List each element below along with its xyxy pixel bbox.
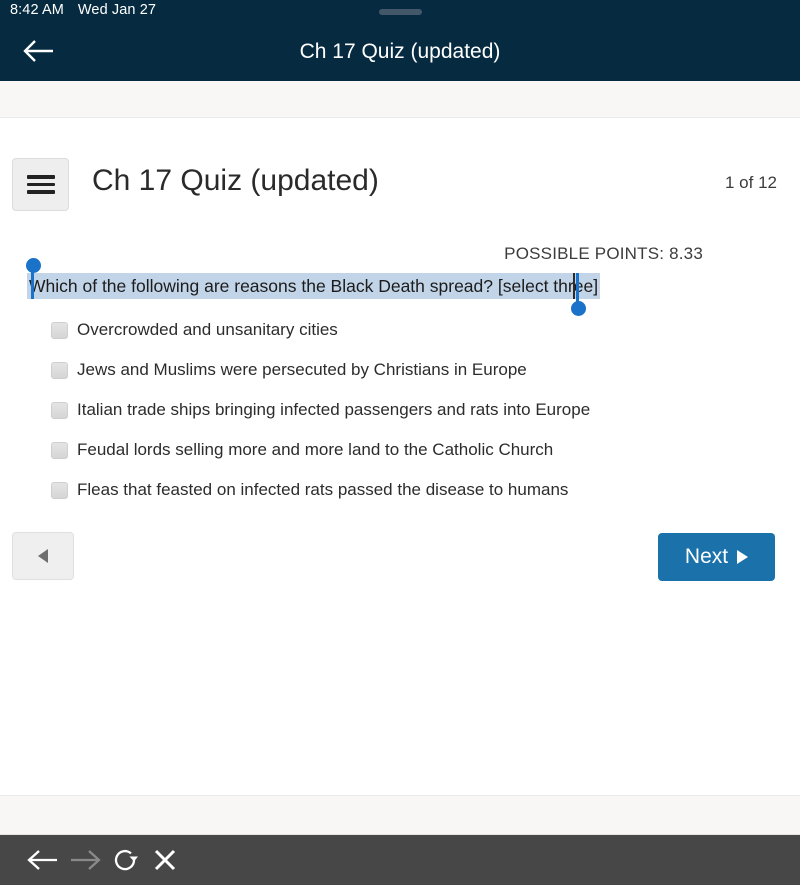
footer-strip [0,795,800,835]
checkbox-icon[interactable] [51,401,68,419]
checkbox-icon[interactable] [51,321,68,339]
possible-points-label: POSSIBLE POINTS: 8.33 [504,244,703,263]
triangle-right-icon [737,550,749,564]
arrow-left-icon [27,850,57,870]
status-bar-left: 8:42 AM Wed Jan 27 [10,2,156,18]
arrow-left-icon [23,40,53,62]
answer-choice[interactable]: Overcrowded and unsanitary cities [0,310,800,350]
quiz-pager: 1 of 12 [725,173,777,192]
question-container[interactable]: Which of the following are reasons the B… [26,258,601,316]
answer-choice-label: Jews and Muslims were persecuted by Chri… [77,360,527,379]
nav-bar: Ch 17 Quiz (updated) [0,22,800,81]
quiz-title: Ch 17 Quiz (updated) [92,164,379,197]
status-date: Wed Jan 27 [77,2,157,18]
checkbox-icon[interactable] [51,441,68,459]
question-text[interactable]: Which of the following are reasons the B… [27,273,601,299]
answer-choice[interactable]: Fleas that feasted on infected rats pass… [0,470,800,510]
answer-choice-list: Overcrowded and unsanitary cities Jews a… [0,310,800,510]
toolbar-back-button[interactable] [20,835,66,885]
answer-choice[interactable]: Italian trade ships bringing infected pa… [0,390,800,430]
status-time: 8:42 AM [10,2,64,18]
answer-choice-label: Feudal lords selling more and more land … [77,440,554,459]
answer-choice-label: Overcrowded and unsanitary cities [77,320,338,339]
answer-choice[interactable]: Jews and Muslims were persecuted by Chri… [0,350,800,390]
next-question-button[interactable]: Next [658,533,775,581]
arrow-right-icon [71,850,101,870]
nav-back-button[interactable] [18,32,60,70]
sub-toolbar-strip [0,81,800,118]
answer-choice-label: Italian trade ships bringing infected pa… [77,400,591,419]
reload-icon [114,849,138,871]
selection-handle-start[interactable] [26,258,41,299]
toolbar-close-button[interactable] [142,835,188,885]
checkbox-icon[interactable] [51,361,68,379]
previous-question-button[interactable] [12,532,74,580]
answer-choice-label: Fleas that feasted on infected rats pass… [77,480,569,499]
selection-handle-start-dot [26,258,41,273]
answer-choice[interactable]: Feudal lords selling more and more land … [0,430,800,470]
checkbox-icon[interactable] [51,481,68,499]
close-x-icon [154,849,176,871]
browser-toolbar [0,835,800,885]
next-button-label: Next [684,545,729,568]
nav-bar-title: Ch 17 Quiz (updated) [299,39,501,63]
quiz-menu-button[interactable] [12,158,69,211]
hamburger-menu-icon [26,171,55,198]
status-bar: 8:42 AM Wed Jan 27 [0,0,800,22]
top-chrome: 8:42 AM Wed Jan 27 Ch 17 Quiz (updated) [0,0,800,81]
triangle-left-icon [38,549,48,563]
drag-handle-icon[interactable] [379,9,422,15]
quiz-content: Ch 17 Quiz (updated) 1 of 12 POSSIBLE PO… [0,118,800,795]
app-screen: 8:42 AM Wed Jan 27 Ch 17 Quiz (updated) [0,0,800,885]
